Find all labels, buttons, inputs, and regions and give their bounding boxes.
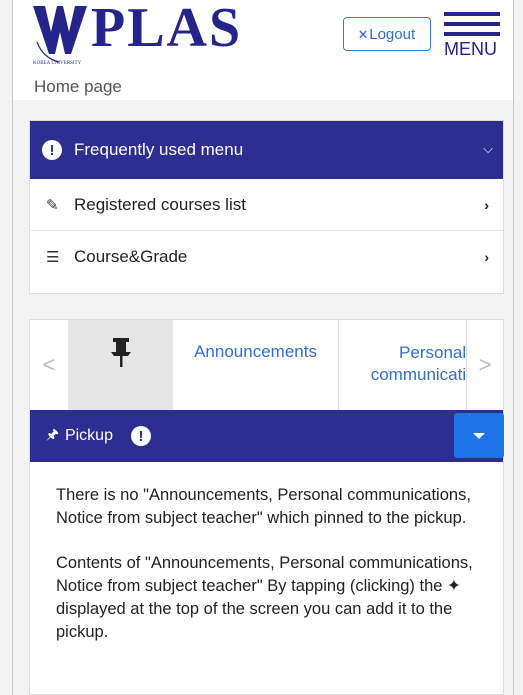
logout-button[interactable]: 🗙 Logout [343, 17, 431, 51]
favorites-item-registered-courses[interactable]: ✎ Registered courses list › [30, 179, 503, 231]
pickup-help-message: Contents of "Announcements, Personal com… [56, 554, 473, 641]
favorites-title: Frequently used menu [74, 140, 244, 159]
header: KOREA UNIVERSITY PLAS 🗙 Logout MENU Home… [13, 0, 513, 100]
pushpin-small-icon: 🖈 [46, 426, 59, 442]
tab-pickup[interactable] [67, 320, 174, 410]
tab-personal-line1: Personal [399, 343, 467, 362]
tab-personal-line2: communicati [370, 365, 467, 384]
favorites-item-label: Course&Grade [74, 246, 188, 266]
main-content: ! Frequently used menu ⌵ ✎ Registered co… [13, 100, 513, 695]
favorites-item-label: Registered courses list [74, 194, 246, 214]
logout-label: Logout [369, 25, 416, 43]
chevron-right-icon: › [484, 248, 489, 265]
tab-prev-button[interactable]: < [30, 320, 68, 410]
exclamation-icon: ! [42, 140, 62, 160]
logo-mark-icon: KOREA UNIVERSITY [33, 6, 87, 66]
tab-bar: < Announcements Personal communicati > [30, 320, 503, 410]
logo-text: PLAS [91, 0, 243, 59]
tab-personal-communications[interactable]: Personal communicati [339, 320, 466, 410]
pickup-body: There is no "Announcements, Personal com… [30, 462, 503, 644]
favorites-item-course-grade[interactable]: ☰ Course&Grade › [30, 231, 503, 282]
pickup-empty-message: There is no "Announcements, Personal com… [56, 486, 471, 527]
pickup-title: Pickup [64, 427, 113, 444]
pushpin-icon [110, 338, 131, 367]
pencil-icon: ✎ [46, 196, 59, 214]
menu-button[interactable]: MENU [444, 12, 504, 68]
chevron-right-icon: › [484, 196, 489, 213]
tab-announcements[interactable]: Announcements [173, 320, 339, 410]
tab-next-button[interactable]: > [466, 320, 503, 410]
pickup-header: 🖈 Pickup ! [30, 410, 504, 462]
exclamation-icon: ! [130, 426, 151, 446]
caret-down-icon [473, 432, 485, 439]
pickup-dropdown-button[interactable] [454, 413, 504, 458]
logo[interactable]: KOREA UNIVERSITY PLAS [29, 0, 243, 66]
pickup-panel: < Announcements Personal communicati > 🖈… [29, 319, 504, 695]
logout-icon: 🗙 [358, 27, 368, 40]
hamburger-icon [444, 12, 500, 16]
favorites-header[interactable]: ! Frequently used menu ⌵ [30, 121, 503, 179]
favorites-panel: ! Frequently used menu ⌵ ✎ Registered co… [29, 120, 504, 294]
menu-label: MENU [444, 39, 497, 59]
hamburger-bar [444, 22, 500, 26]
app-frame: KOREA UNIVERSITY PLAS 🗙 Logout MENU Home… [12, 0, 514, 695]
svg-text:KOREA UNIVERSITY: KOREA UNIVERSITY [33, 61, 82, 66]
chevron-down-icon: ⌵ [483, 141, 493, 156]
list-icon: ☰ [46, 248, 60, 266]
breadcrumb[interactable]: Home page [34, 77, 122, 97]
hamburger-bar [444, 32, 500, 36]
